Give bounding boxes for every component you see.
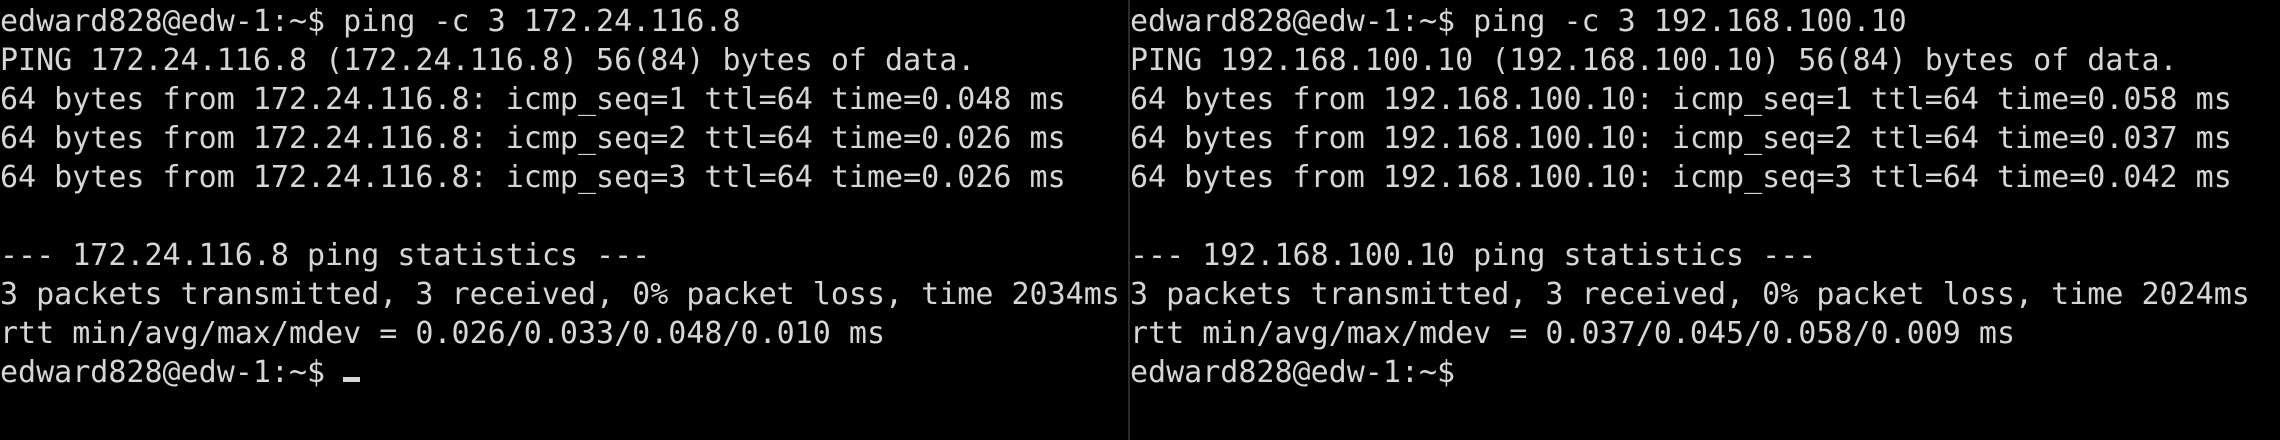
terminal-prompt-line[interactable]: edward828@edw-1:~$ xyxy=(1130,353,2280,392)
terminal-line: 64 bytes from 172.24.116.8: icmp_seq=2 t… xyxy=(0,121,1066,156)
terminal-line: rtt min/avg/max/mdev = 0.026/0.033/0.048… xyxy=(0,316,886,351)
terminal-pane-right[interactable]: edward828@edw-1:~$ ping -c 3 192.168.100… xyxy=(1130,0,2280,440)
terminal-line: 64 bytes from 192.168.100.10: icmp_seq=2… xyxy=(1130,121,2232,156)
terminal-line: 64 bytes from 192.168.100.10: icmp_seq=1… xyxy=(1130,82,2232,117)
terminal-prompt-line[interactable]: edward828@edw-1:~$ xyxy=(0,353,1128,392)
terminal-line: --- 172.24.116.8 ping statistics --- xyxy=(0,238,651,273)
terminal-prompt: edward828@edw-1:~$ xyxy=(0,355,344,390)
terminal-line: 3 packets transmitted, 3 received, 0% pa… xyxy=(1130,277,2250,312)
terminal-line: 3 packets transmitted, 3 received, 0% pa… xyxy=(0,277,1120,312)
terminal-line: edward828@edw-1:~$ ping -c 3 172.24.116.… xyxy=(0,4,741,39)
terminal-output-left[interactable]: edward828@edw-1:~$ ping -c 3 172.24.116.… xyxy=(0,0,1128,392)
terminal-prompt: edward828@edw-1:~$ xyxy=(1130,355,1456,390)
terminal-line: --- 192.168.100.10 ping statistics --- xyxy=(1130,238,1817,273)
terminal-line: 64 bytes from 172.24.116.8: icmp_seq=3 t… xyxy=(0,160,1066,195)
terminal-line: PING 172.24.116.8 (172.24.116.8) 56(84) … xyxy=(0,43,976,78)
terminal-line: edward828@edw-1:~$ ping -c 3 192.168.100… xyxy=(1130,4,1907,39)
terminal-line: rtt min/avg/max/mdev = 0.037/0.045/0.058… xyxy=(1130,316,2016,351)
terminal-line: 64 bytes from 172.24.116.8: icmp_seq=1 t… xyxy=(0,82,1066,117)
terminal-line: PING 192.168.100.10 (192.168.100.10) 56(… xyxy=(1130,43,2178,78)
terminal-line: 64 bytes from 192.168.100.10: icmp_seq=3… xyxy=(1130,160,2232,195)
terminal-output-right[interactable]: edward828@edw-1:~$ ping -c 3 192.168.100… xyxy=(1130,0,2280,392)
terminal-pane-left[interactable]: edward828@edw-1:~$ ping -c 3 172.24.116.… xyxy=(0,0,1128,440)
terminal-cursor xyxy=(343,377,361,382)
